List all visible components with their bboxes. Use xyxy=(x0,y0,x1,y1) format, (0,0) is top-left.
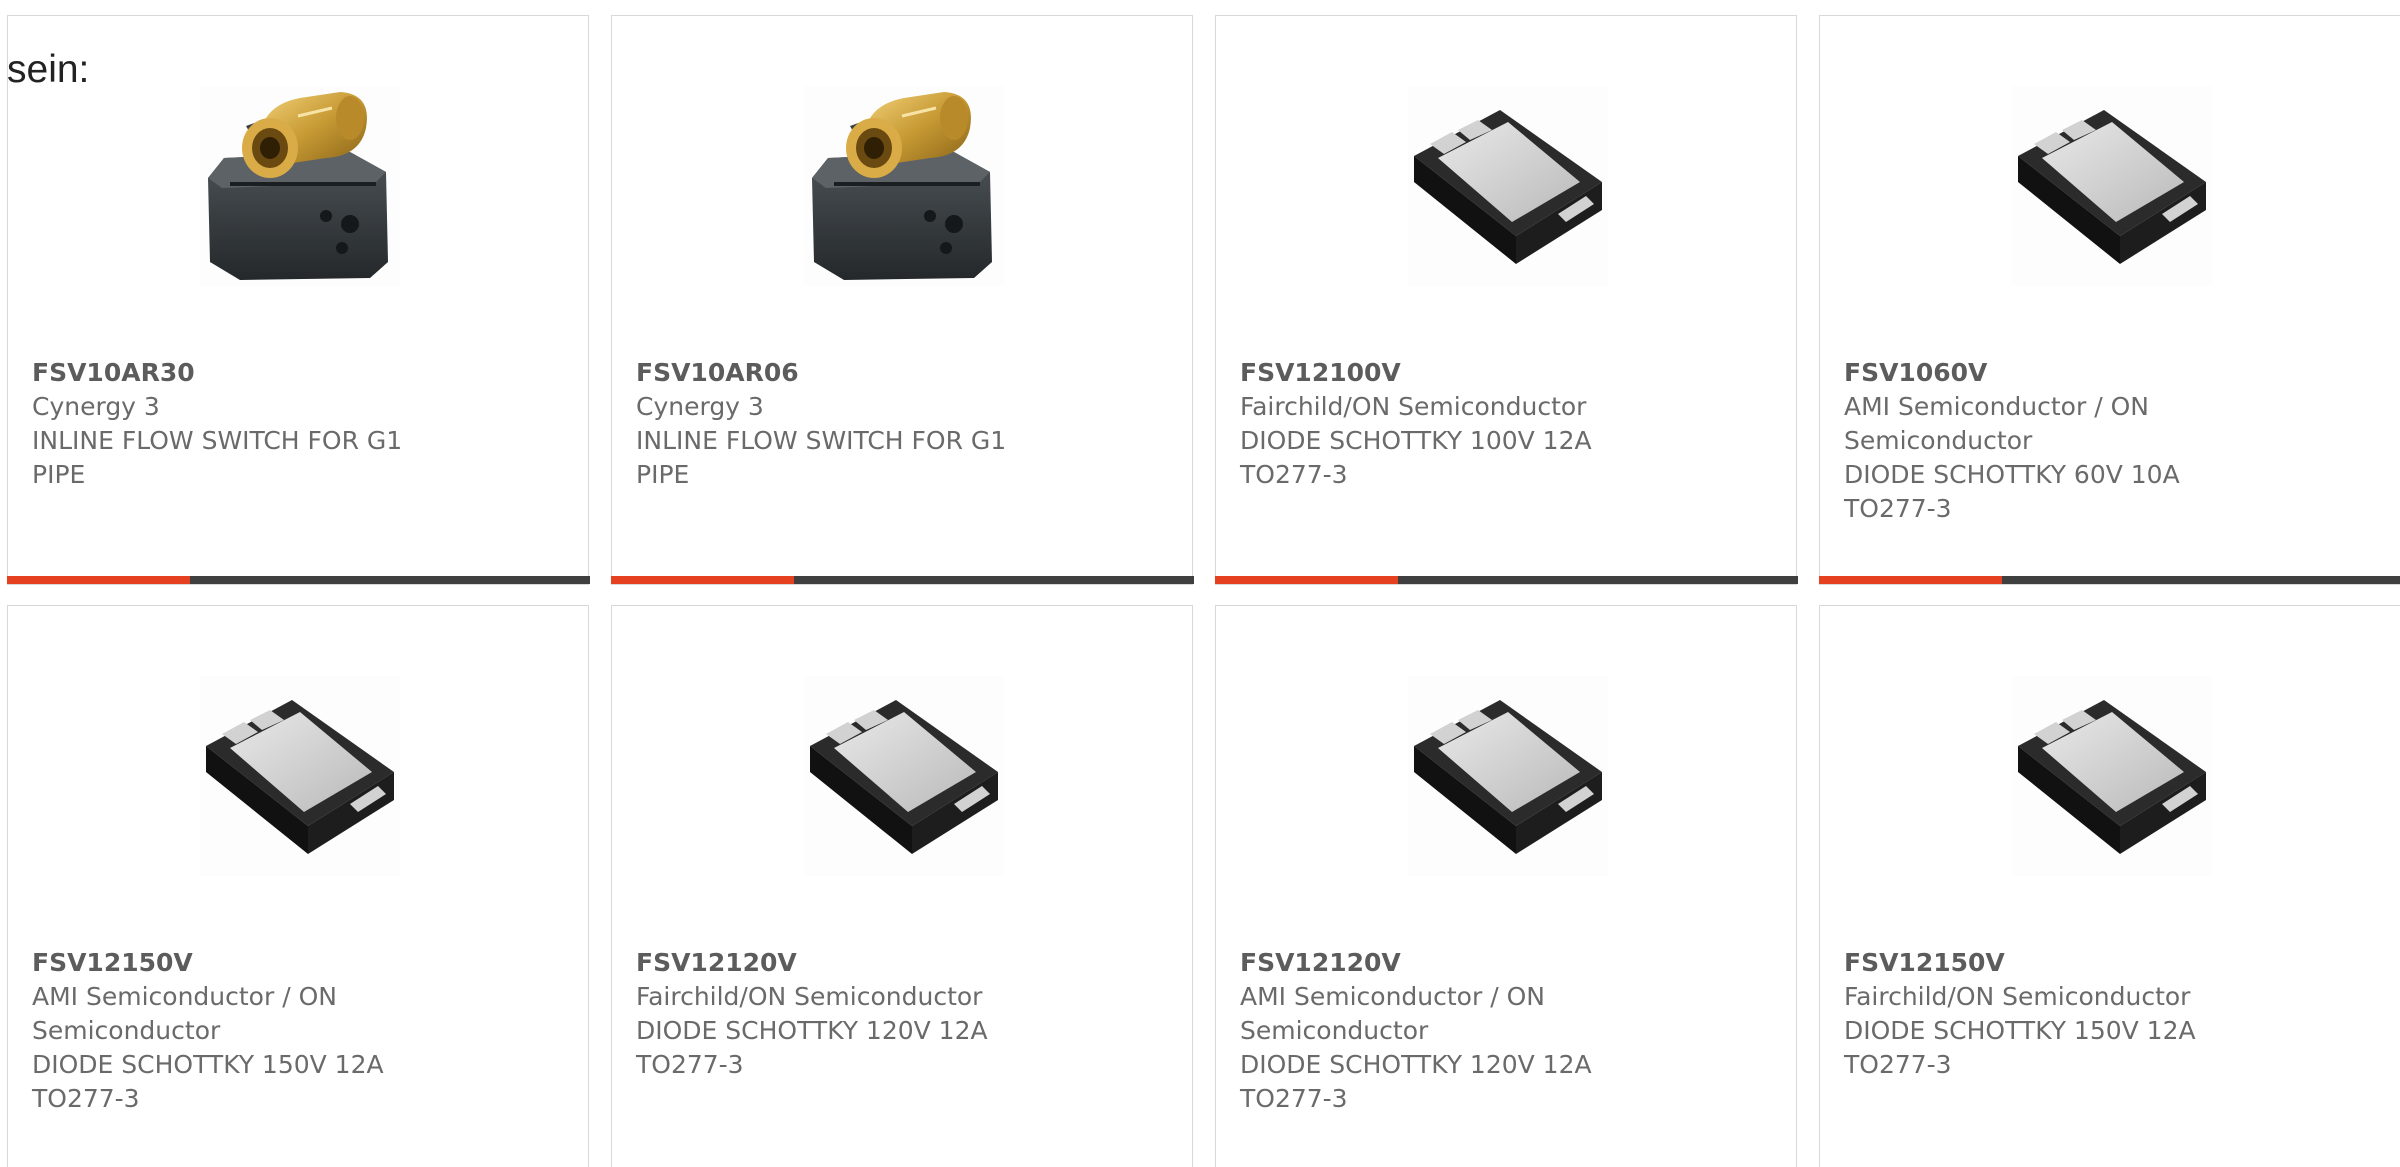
description: DIODE SCHOTTKY 100V 12A TO277-3 xyxy=(1240,426,1592,489)
manufacturer: Cynergy 3 xyxy=(32,392,160,421)
card-bottom-bar xyxy=(1818,576,2400,584)
part-number[interactable]: FSV12150V xyxy=(32,946,452,980)
description: DIODE SCHOTTKY 150V 12A TO277-3 xyxy=(1844,1016,2196,1079)
diode-package-icon[interactable] xyxy=(804,676,1004,876)
part-number[interactable]: FSV1060V xyxy=(1844,356,2264,390)
product-card[interactable]: FSV12120V AMI Semiconductor / ON Semicon… xyxy=(1215,605,1797,1167)
product-card[interactable]: FSV12100V Fairchild/ON Semiconductor DIO… xyxy=(1214,15,1798,585)
product-meta: FSV10AR30 Cynergy 3 INLINE FLOW SWITCH F… xyxy=(32,356,452,492)
product-meta: FSV12150V Fairchild/ON Semiconductor DIO… xyxy=(1844,946,2264,1082)
intro-text: sein: xyxy=(7,48,90,91)
part-number[interactable]: FSV12120V xyxy=(636,946,1056,980)
product-card[interactable]: FSV12150V AMI Semiconductor / ON Semicon… xyxy=(7,605,589,1167)
product-meta: FSV10AR06 Cynergy 3 INLINE FLOW SWITCH F… xyxy=(636,356,1056,492)
manufacturer: Fairchild/ON Semiconductor xyxy=(1844,982,2191,1011)
product-meta: FSV12150V AMI Semiconductor / ON Semicon… xyxy=(32,946,452,1116)
card-accent xyxy=(1818,576,2002,584)
part-number[interactable]: FSV10AR06 xyxy=(636,356,1056,390)
product-meta: FSV12120V AMI Semiconductor / ON Semicon… xyxy=(1240,946,1660,1116)
diode-package-icon[interactable] xyxy=(2012,676,2212,876)
manufacturer: Fairchild/ON Semiconductor xyxy=(1240,392,1587,421)
manufacturer: AMI Semiconductor / ON Semiconductor xyxy=(1240,982,1545,1045)
manufacturer: Cynergy 3 xyxy=(636,392,764,421)
diode-package-icon[interactable] xyxy=(1408,676,1608,876)
manufacturer: AMI Semiconductor / ON Semiconductor xyxy=(32,982,337,1045)
part-number[interactable]: FSV12120V xyxy=(1240,946,1660,980)
card-accent xyxy=(610,576,794,584)
product-card[interactable]: FSV10AR30 Cynergy 3 INLINE FLOW SWITCH F… xyxy=(6,15,590,585)
product-meta: FSV1060V AMI Semiconductor / ON Semicond… xyxy=(1844,356,2264,526)
card-accent xyxy=(1214,576,1398,584)
part-number[interactable]: FSV12150V xyxy=(1844,946,2264,980)
description: DIODE SCHOTTKY 60V 10A TO277-3 xyxy=(1844,460,2180,523)
part-number[interactable]: FSV10AR30 xyxy=(32,356,452,390)
flow-switch-icon[interactable] xyxy=(200,86,400,286)
manufacturer: Fairchild/ON Semiconductor xyxy=(636,982,983,1011)
diode-package-icon[interactable] xyxy=(1408,86,1608,286)
description: INLINE FLOW SWITCH FOR G1 PIPE xyxy=(32,426,403,489)
description: DIODE SCHOTTKY 120V 12A TO277-3 xyxy=(636,1016,988,1079)
card-bottom-bar xyxy=(610,576,1194,584)
card-bottom-bar xyxy=(1214,576,1798,584)
card-accent xyxy=(6,576,190,584)
diode-package-icon[interactable] xyxy=(2012,86,2212,286)
diode-package-icon[interactable] xyxy=(200,676,400,876)
product-meta: FSV12120V Fairchild/ON Semiconductor DIO… xyxy=(636,946,1056,1082)
part-number[interactable]: FSV12100V xyxy=(1240,356,1660,390)
manufacturer: AMI Semiconductor / ON Semiconductor xyxy=(1844,392,2149,455)
flow-switch-icon[interactable] xyxy=(804,86,1004,286)
product-card[interactable]: FSV12150V Fairchild/ON Semiconductor DIO… xyxy=(1819,605,2400,1167)
description: DIODE SCHOTTKY 150V 12A TO277-3 xyxy=(32,1050,384,1113)
product-grid-page: sein: FSV10AR30 Cynergy 3 INLINE FLOW SW… xyxy=(0,0,2400,1167)
card-bottom-bar xyxy=(6,576,590,584)
product-card[interactable]: FSV1060V AMI Semiconductor / ON Semicond… xyxy=(1818,15,2400,585)
description: INLINE FLOW SWITCH FOR G1 PIPE xyxy=(636,426,1007,489)
product-card[interactable]: FSV10AR06 Cynergy 3 INLINE FLOW SWITCH F… xyxy=(610,15,1194,585)
description: DIODE SCHOTTKY 120V 12A TO277-3 xyxy=(1240,1050,1592,1113)
product-card[interactable]: FSV12120V Fairchild/ON Semiconductor DIO… xyxy=(611,605,1193,1167)
product-meta: FSV12100V Fairchild/ON Semiconductor DIO… xyxy=(1240,356,1660,492)
